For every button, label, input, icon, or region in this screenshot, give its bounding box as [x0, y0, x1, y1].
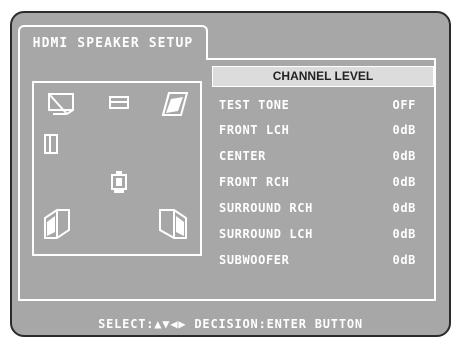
row-label-center[interactable]: CENTER [219, 149, 266, 163]
row-label-front-lch[interactable]: FRONT LCH [219, 123, 289, 137]
surround-left-speaker-icon[interactable] [43, 208, 73, 240]
row-label-subwoofer[interactable]: SUBWOOFER [219, 253, 289, 267]
frame-right [434, 58, 436, 300]
row-value-front-rch[interactable]: 0dB [372, 175, 416, 189]
footer-instructions: SELECT:▲▼◀▶ DECISION:ENTER BUTTON [98, 317, 363, 331]
row-value-surround-lch[interactable]: 0dB [372, 227, 416, 241]
front-left-speaker-icon[interactable] [47, 92, 75, 118]
speaker-layout-map [32, 81, 202, 256]
row-label-surround-rch[interactable]: SURROUND RCH [219, 201, 313, 215]
surround-right-speaker-icon[interactable] [158, 208, 188, 240]
channel-level-title: CHANNEL LEVEL [272, 69, 374, 83]
front-right-speaker-icon[interactable] [161, 91, 189, 119]
row-value-subwoofer[interactable]: 0dB [372, 253, 416, 267]
page-title: HDMI SPEAKER SETUP [32, 36, 194, 51]
row-label-front-rch[interactable]: FRONT RCH [219, 175, 289, 189]
row-value-test-tone[interactable]: OFF [372, 98, 416, 112]
row-value-center[interactable]: 0dB [372, 149, 416, 163]
listener-icon [111, 171, 127, 193]
row-value-front-lch[interactable]: 0dB [372, 123, 416, 137]
row-label-test-tone[interactable]: TEST TONE [219, 98, 289, 112]
frame-bottom [18, 299, 436, 301]
frame-left [18, 58, 20, 300]
center-speaker-icon[interactable] [108, 95, 130, 111]
row-label-surround-lch[interactable]: SURROUND LCH [219, 227, 313, 241]
side-speaker-icon[interactable] [43, 133, 61, 155]
row-value-surround-rch[interactable]: 0dB [372, 201, 416, 215]
frame-top-right [206, 58, 435, 60]
